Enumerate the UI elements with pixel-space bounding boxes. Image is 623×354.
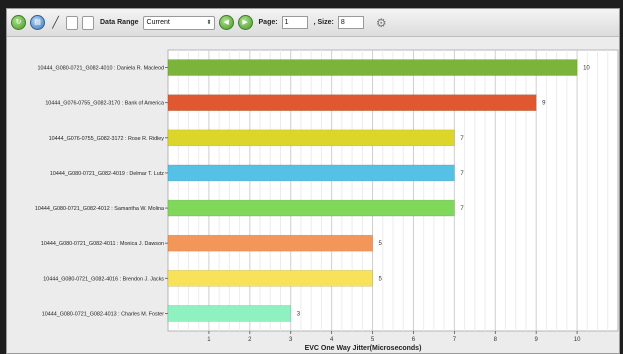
x-tick-label: 2 bbox=[248, 337, 252, 343]
size-label: , Size: bbox=[313, 19, 334, 26]
category-label: 10444_G080-0721_G082-4011 : Monica J. Da… bbox=[41, 241, 164, 247]
document-icon[interactable] bbox=[66, 15, 78, 30]
x-tick-label: 6 bbox=[412, 337, 416, 343]
category-label: 10444_G080-0721_G082-4016 : Brendon J. J… bbox=[43, 276, 164, 282]
data-range-select[interactable]: Current ⬍ bbox=[142, 15, 215, 30]
data-range-label: Data Range bbox=[100, 19, 139, 26]
green-prev-icon[interactable]: ◀ bbox=[218, 15, 234, 30]
bar[interactable] bbox=[167, 270, 373, 287]
category-label: 10444_G080-0721_G082-4019 : Delmar T. Lu… bbox=[50, 171, 164, 177]
x-tick-label: 8 bbox=[494, 337, 498, 343]
green-next-icon[interactable]: ▶ bbox=[237, 15, 253, 30]
bar[interactable] bbox=[167, 94, 537, 111]
bar[interactable] bbox=[167, 59, 578, 76]
x-tick-label: 1 bbox=[207, 337, 211, 343]
blue-circle-icon[interactable]: ▤ bbox=[30, 15, 45, 30]
bar-chart: 10 10444_G080-0721_G082-4010 : Daniela R.… bbox=[35, 49, 619, 352]
x-tick-label: 4 bbox=[330, 337, 334, 343]
green-circle-icon[interactable]: ↻ bbox=[11, 15, 26, 30]
x-axis-title: EVC One Way Jitter(Microseconds) bbox=[305, 345, 422, 352]
bar[interactable] bbox=[167, 305, 292, 322]
chart-area: 10 10444_G080-0721_G082-4010 : Daniela R.… bbox=[7, 38, 619, 353]
toolbar: ↻ ▤ ╱ Data Range Current ⬍ ◀ ▶ Page: 1 ,… bbox=[7, 9, 619, 37]
category-label: 10444_G076-0755_G082-3172 : Rose R. Ridl… bbox=[49, 136, 165, 142]
data-range-value: Current bbox=[146, 18, 170, 26]
page-label: Page: bbox=[258, 19, 278, 26]
data-label: 10 bbox=[583, 66, 590, 72]
x-tick-label: 3 bbox=[289, 337, 293, 343]
bar[interactable] bbox=[167, 199, 455, 217]
pen-icon[interactable]: ╱ bbox=[49, 16, 62, 29]
document-stack-icon[interactable] bbox=[82, 15, 94, 30]
x-tick-label: 5 bbox=[371, 337, 375, 343]
bar[interactable] bbox=[167, 164, 455, 182]
category-label: 10444_G080-0721_G082-4010 : Daniela R. M… bbox=[38, 66, 164, 72]
gear-icon[interactable]: ⚙ bbox=[376, 16, 390, 30]
x-tick-label: 10 bbox=[574, 337, 581, 343]
bar[interactable] bbox=[167, 234, 373, 252]
category-label: 10444_G076-0755_G082-3170 : Bank of Amer… bbox=[45, 101, 164, 107]
category-label: 10444_G080-0721_G082-4013 : Charles M. F… bbox=[42, 311, 164, 317]
x-tick-label: 9 bbox=[535, 337, 539, 343]
size-input[interactable]: 8 bbox=[337, 16, 364, 29]
category-label: 10444_G080-0721_G082-4012 : Samantha W. … bbox=[35, 206, 164, 212]
x-tick-label: 7 bbox=[453, 337, 457, 343]
bar[interactable] bbox=[167, 129, 455, 147]
chart-window: ↻ ▤ ╱ Data Range Current ⬍ ◀ ▶ Page: 1 ,… bbox=[6, 8, 620, 354]
select-arrows-icon: ⬍ bbox=[206, 19, 212, 26]
page-input[interactable]: 1 bbox=[281, 16, 308, 29]
